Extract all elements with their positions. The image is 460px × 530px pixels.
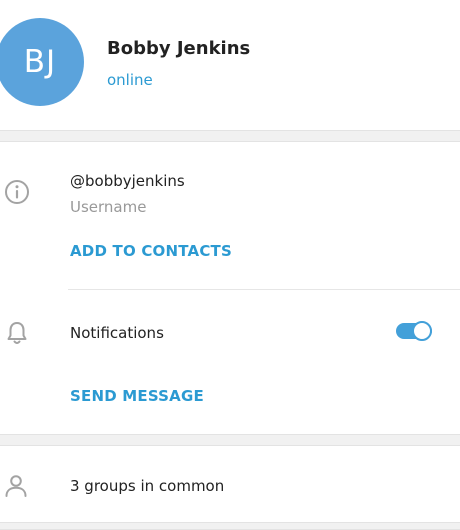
notifications-toggle[interactable]: [396, 321, 432, 341]
section-separator: [0, 522, 460, 530]
username-value[interactable]: @bobbyjenkins: [70, 172, 185, 190]
person-icon: [5, 475, 27, 497]
avatar[interactable]: BJ: [0, 18, 84, 106]
add-to-contacts-button[interactable]: ADD TO CONTACTS: [70, 242, 232, 260]
send-message-button[interactable]: SEND MESSAGE: [70, 387, 204, 405]
toggle-knob: [412, 321, 432, 341]
online-status: online: [107, 71, 153, 89]
section-separator: [0, 434, 460, 446]
divider: [68, 289, 460, 290]
profile-name: Bobby Jenkins: [107, 38, 251, 59]
bell-icon: [7, 322, 27, 344]
notifications-label: Notifications: [70, 324, 164, 342]
profile-header: BJ Bobby Jenkins online: [0, 0, 460, 130]
section-separator: [0, 130, 460, 142]
groups-in-common[interactable]: 3 groups in common: [70, 477, 224, 495]
username-caption: Username: [70, 198, 147, 216]
info-icon: [5, 180, 29, 204]
